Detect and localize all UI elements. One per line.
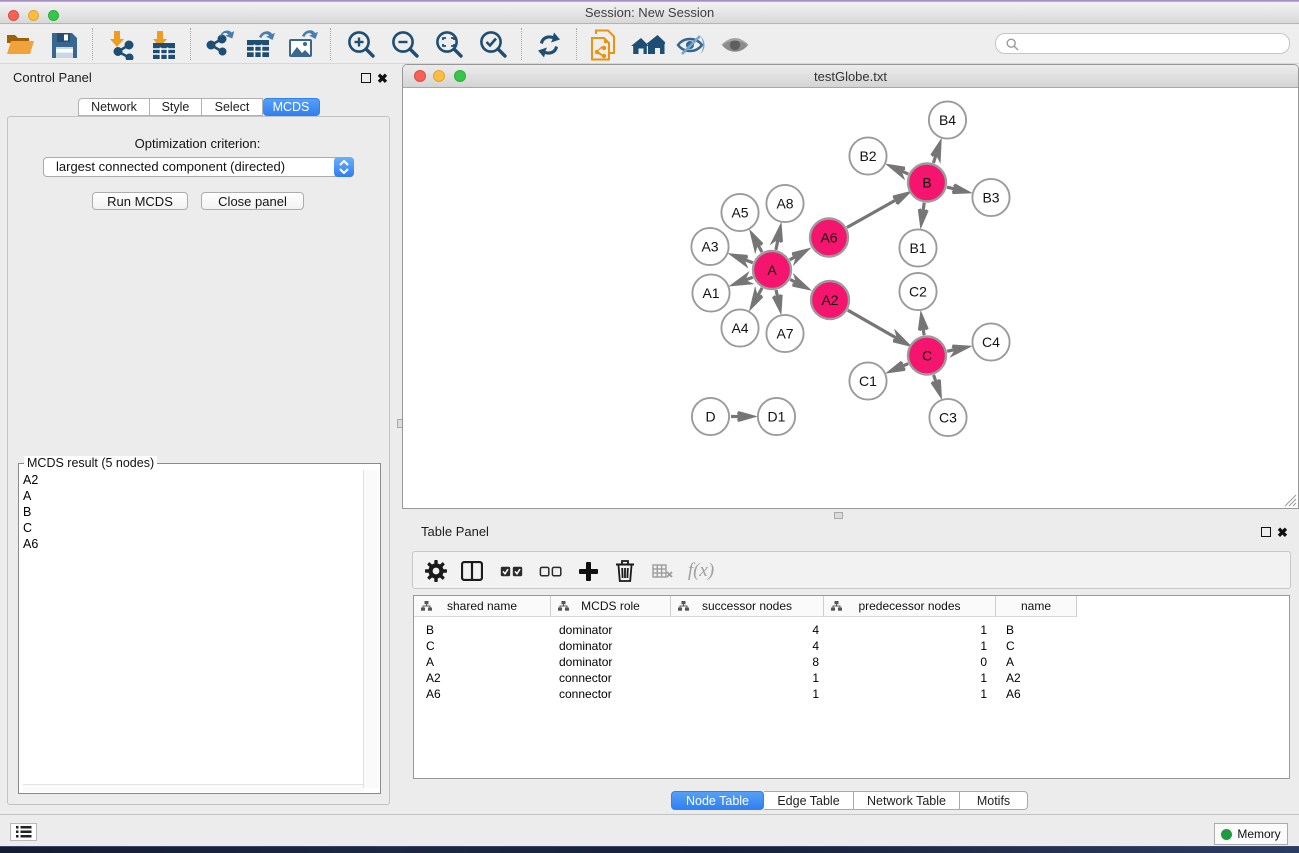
- svg-text:A8: A8: [776, 195, 793, 211]
- svg-text:D1: D1: [768, 408, 786, 424]
- svg-text:C3: C3: [939, 409, 957, 425]
- svg-text:B3: B3: [982, 189, 999, 205]
- svg-text:B4: B4: [939, 112, 956, 128]
- svg-text:A7: A7: [776, 325, 793, 341]
- svg-text:A4: A4: [731, 320, 748, 336]
- svg-text:C1: C1: [859, 373, 877, 389]
- svg-text:B2: B2: [859, 148, 876, 164]
- svg-text:C4: C4: [982, 334, 1000, 350]
- svg-text:C: C: [922, 347, 932, 363]
- svg-text:A: A: [767, 262, 777, 278]
- svg-text:A1: A1: [702, 285, 719, 301]
- svg-text:A5: A5: [731, 204, 748, 220]
- svg-text:C2: C2: [909, 283, 927, 299]
- svg-text:A2: A2: [821, 292, 838, 308]
- svg-text:B: B: [922, 174, 931, 190]
- svg-text:A6: A6: [820, 229, 837, 245]
- svg-text:A3: A3: [701, 238, 718, 254]
- svg-text:D: D: [705, 408, 715, 424]
- svg-text:B1: B1: [909, 240, 926, 256]
